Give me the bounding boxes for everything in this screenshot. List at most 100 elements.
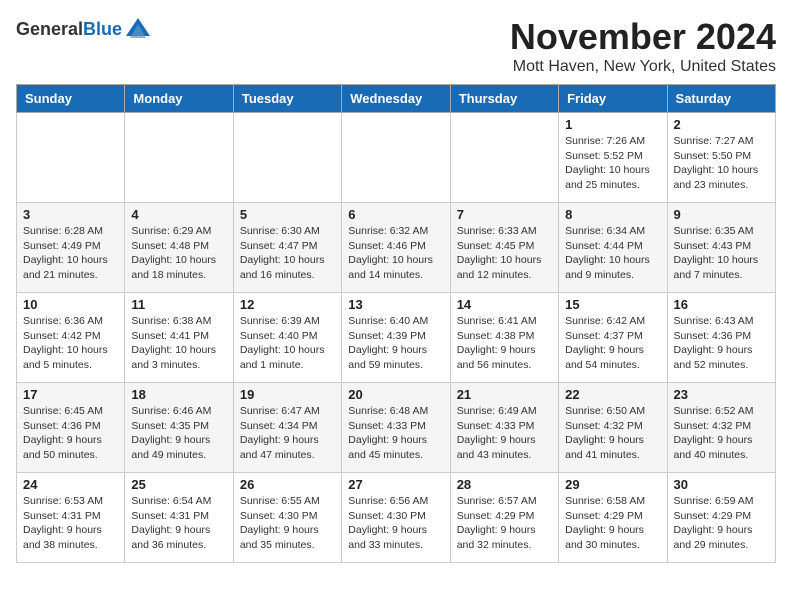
calendar-week-3: 10Sunrise: 6:36 AM Sunset: 4:42 PM Dayli… <box>17 293 776 383</box>
calendar-cell: 26 Sunrise: 6:55 AM Sunset: 4:30 PM Dayli… <box>233 473 341 563</box>
header-cell-saturday: Saturday <box>667 85 775 113</box>
day-number: 5 <box>240 207 335 222</box>
calendar-cell: 4 Sunrise: 6:29 AM Sunset: 4:48 PM Daylig… <box>125 203 233 293</box>
day-info: Sunrise: 6:54 AM Sunset: 4:31 PM Dayligh… <box>131 494 226 553</box>
day-info: Sunrise: 6:42 AM Sunset: 4:37 PM Dayligh… <box>565 314 660 373</box>
calendar: SundayMondayTuesdayWednesdayThursdayFrid… <box>16 84 776 563</box>
day-number: 14 <box>457 297 552 312</box>
day-info: Sunrise: 6:50 AM Sunset: 4:32 PM Dayligh… <box>565 404 660 463</box>
header: GeneralBlue November 2024 Mott Haven, Ne… <box>16 16 776 76</box>
day-number: 25 <box>131 477 226 492</box>
day-info: Sunrise: 6:46 AM Sunset: 4:35 PM Dayligh… <box>131 404 226 463</box>
day-info: Sunrise: 6:52 AM Sunset: 4:32 PM Dayligh… <box>674 404 769 463</box>
calendar-cell: 2 Sunrise: 7:27 AM Sunset: 5:50 PM Daylig… <box>667 113 775 203</box>
calendar-body: 1 Sunrise: 7:26 AM Sunset: 5:52 PM Daylig… <box>17 113 776 563</box>
day-info: Sunrise: 6:28 AM Sunset: 4:49 PM Dayligh… <box>23 224 118 283</box>
day-info: Sunrise: 6:58 AM Sunset: 4:29 PM Dayligh… <box>565 494 660 553</box>
day-number: 13 <box>348 297 443 312</box>
day-number: 24 <box>23 477 118 492</box>
calendar-cell: 27 Sunrise: 6:56 AM Sunset: 4:30 PM Dayli… <box>342 473 450 563</box>
day-number: 8 <box>565 207 660 222</box>
logo-blue-text: Blue <box>83 19 122 39</box>
header-cell-thursday: Thursday <box>450 85 558 113</box>
day-info: Sunrise: 6:29 AM Sunset: 4:48 PM Dayligh… <box>131 224 226 283</box>
day-number: 16 <box>674 297 769 312</box>
calendar-week-1: 1 Sunrise: 7:26 AM Sunset: 5:52 PM Daylig… <box>17 113 776 203</box>
day-number: 27 <box>348 477 443 492</box>
header-cell-sunday: Sunday <box>17 85 125 113</box>
day-info: Sunrise: 6:40 AM Sunset: 4:39 PM Dayligh… <box>348 314 443 373</box>
day-number: 4 <box>131 207 226 222</box>
day-number: 20 <box>348 387 443 402</box>
calendar-cell: 5 Sunrise: 6:30 AM Sunset: 4:47 PM Daylig… <box>233 203 341 293</box>
calendar-cell: 12Sunrise: 6:39 AM Sunset: 4:40 PM Dayli… <box>233 293 341 383</box>
calendar-cell: 7Sunrise: 6:33 AM Sunset: 4:45 PM Daylig… <box>450 203 558 293</box>
calendar-week-2: 3 Sunrise: 6:28 AM Sunset: 4:49 PM Daylig… <box>17 203 776 293</box>
calendar-cell: 11 Sunrise: 6:38 AM Sunset: 4:41 PM Dayli… <box>125 293 233 383</box>
day-number: 17 <box>23 387 118 402</box>
day-info: Sunrise: 6:49 AM Sunset: 4:33 PM Dayligh… <box>457 404 552 463</box>
calendar-header: SundayMondayTuesdayWednesdayThursdayFrid… <box>17 85 776 113</box>
day-number: 11 <box>131 297 226 312</box>
calendar-cell: 22 Sunrise: 6:50 AM Sunset: 4:32 PM Dayli… <box>559 383 667 473</box>
day-info: Sunrise: 6:47 AM Sunset: 4:34 PM Dayligh… <box>240 404 335 463</box>
day-number: 2 <box>674 117 769 132</box>
calendar-week-5: 24 Sunrise: 6:53 AM Sunset: 4:31 PM Dayli… <box>17 473 776 563</box>
day-number: 26 <box>240 477 335 492</box>
logo-icon <box>124 16 152 44</box>
logo: GeneralBlue <box>16 16 152 44</box>
day-info: Sunrise: 6:55 AM Sunset: 4:30 PM Dayligh… <box>240 494 335 553</box>
day-number: 18 <box>131 387 226 402</box>
day-info: Sunrise: 6:59 AM Sunset: 4:29 PM Dayligh… <box>674 494 769 553</box>
calendar-cell: 10Sunrise: 6:36 AM Sunset: 4:42 PM Dayli… <box>17 293 125 383</box>
day-info: Sunrise: 6:57 AM Sunset: 4:29 PM Dayligh… <box>457 494 552 553</box>
day-number: 28 <box>457 477 552 492</box>
day-number: 29 <box>565 477 660 492</box>
calendar-cell <box>17 113 125 203</box>
calendar-cell: 17 Sunrise: 6:45 AM Sunset: 4:36 PM Dayli… <box>17 383 125 473</box>
day-info: Sunrise: 6:38 AM Sunset: 4:41 PM Dayligh… <box>131 314 226 373</box>
calendar-cell: 14Sunrise: 6:41 AM Sunset: 4:38 PM Dayli… <box>450 293 558 383</box>
day-info: Sunrise: 6:48 AM Sunset: 4:33 PM Dayligh… <box>348 404 443 463</box>
day-number: 19 <box>240 387 335 402</box>
day-info: Sunrise: 6:45 AM Sunset: 4:36 PM Dayligh… <box>23 404 118 463</box>
header-cell-wednesday: Wednesday <box>342 85 450 113</box>
day-number: 10 <box>23 297 118 312</box>
day-number: 1 <box>565 117 660 132</box>
calendar-cell: 13 Sunrise: 6:40 AM Sunset: 4:39 PM Dayli… <box>342 293 450 383</box>
calendar-cell: 1 Sunrise: 7:26 AM Sunset: 5:52 PM Daylig… <box>559 113 667 203</box>
calendar-cell <box>450 113 558 203</box>
calendar-cell: 15Sunrise: 6:42 AM Sunset: 4:37 PM Dayli… <box>559 293 667 383</box>
day-info: Sunrise: 6:32 AM Sunset: 4:46 PM Dayligh… <box>348 224 443 283</box>
day-number: 3 <box>23 207 118 222</box>
day-number: 7 <box>457 207 552 222</box>
calendar-cell: 18 Sunrise: 6:46 AM Sunset: 4:35 PM Dayli… <box>125 383 233 473</box>
day-info: Sunrise: 6:30 AM Sunset: 4:47 PM Dayligh… <box>240 224 335 283</box>
day-number: 23 <box>674 387 769 402</box>
calendar-cell: 24 Sunrise: 6:53 AM Sunset: 4:31 PM Dayli… <box>17 473 125 563</box>
calendar-cell: 28 Sunrise: 6:57 AM Sunset: 4:29 PM Dayli… <box>450 473 558 563</box>
calendar-cell: 9Sunrise: 6:35 AM Sunset: 4:43 PM Daylig… <box>667 203 775 293</box>
day-number: 21 <box>457 387 552 402</box>
calendar-cell <box>233 113 341 203</box>
calendar-cell <box>125 113 233 203</box>
day-info: Sunrise: 7:26 AM Sunset: 5:52 PM Dayligh… <box>565 134 660 193</box>
header-cell-monday: Monday <box>125 85 233 113</box>
day-number: 6 <box>348 207 443 222</box>
day-info: Sunrise: 6:43 AM Sunset: 4:36 PM Dayligh… <box>674 314 769 373</box>
calendar-cell: 16 Sunrise: 6:43 AM Sunset: 4:36 PM Dayli… <box>667 293 775 383</box>
day-info: Sunrise: 7:27 AM Sunset: 5:50 PM Dayligh… <box>674 134 769 193</box>
month-title: November 2024 <box>510 16 776 58</box>
header-row: SundayMondayTuesdayWednesdayThursdayFrid… <box>17 85 776 113</box>
day-info: Sunrise: 6:56 AM Sunset: 4:30 PM Dayligh… <box>348 494 443 553</box>
day-number: 22 <box>565 387 660 402</box>
calendar-cell: 20 Sunrise: 6:48 AM Sunset: 4:33 PM Dayli… <box>342 383 450 473</box>
title-area: November 2024 Mott Haven, New York, Unit… <box>510 16 776 76</box>
day-info: Sunrise: 6:53 AM Sunset: 4:31 PM Dayligh… <box>23 494 118 553</box>
day-info: Sunrise: 6:39 AM Sunset: 4:40 PM Dayligh… <box>240 314 335 373</box>
calendar-cell: 3 Sunrise: 6:28 AM Sunset: 4:49 PM Daylig… <box>17 203 125 293</box>
day-number: 9 <box>674 207 769 222</box>
calendar-cell: 6 Sunrise: 6:32 AM Sunset: 4:46 PM Daylig… <box>342 203 450 293</box>
calendar-cell: 21 Sunrise: 6:49 AM Sunset: 4:33 PM Dayli… <box>450 383 558 473</box>
header-cell-tuesday: Tuesday <box>233 85 341 113</box>
